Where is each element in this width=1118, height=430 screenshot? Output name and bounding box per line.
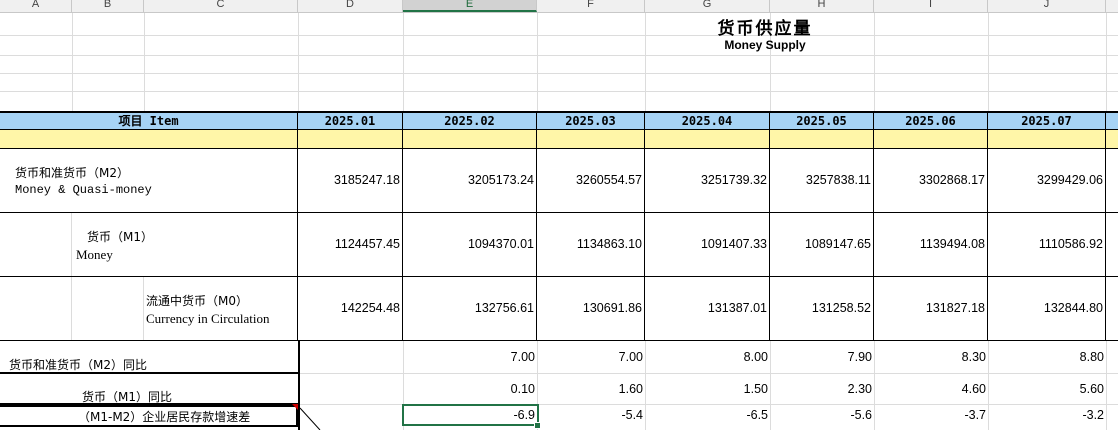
row-label-en: Money & Quasi-money [15, 183, 152, 197]
cell[interactable]: 130691.86 [537, 277, 645, 340]
table-row: 1124457.45 1094370.01 1134863.10 1091407… [0, 213, 1118, 277]
header-row: 项目 Item 2025.01 2025.02 2025.03 2025.04 … [0, 111, 1118, 130]
cell[interactable]: 3302868.17 [874, 149, 988, 212]
column-header-f[interactable]: F [537, 0, 645, 12]
column-header-c[interactable]: C [144, 0, 298, 12]
cell[interactable]: 1124457.45 [298, 213, 403, 276]
header-period[interactable]: 2025.02 [403, 113, 537, 130]
lower-label-spread: （M1-M2）企业居民存款增速差 [78, 410, 251, 424]
selected-cell[interactable] [402, 404, 539, 426]
lower-label-m2-yoy: 货币和准货币（M2）同比 [9, 358, 147, 372]
cell[interactable]: 3260554.57 [537, 149, 645, 212]
cell[interactable]: 131258.52 [770, 277, 874, 340]
cell[interactable]: -3.7 [874, 408, 988, 422]
table-row: 3185247.18 3205173.24 3260554.57 3251739… [0, 149, 1118, 213]
cell[interactable]: 0.10 [403, 382, 537, 396]
cell[interactable]: 3257838.11 [770, 149, 874, 212]
column-header-b[interactable]: B [72, 0, 144, 12]
column-header-h[interactable]: H [770, 0, 874, 12]
column-header-a[interactable]: A [0, 0, 72, 12]
cell[interactable]: 142254.48 [298, 277, 403, 340]
cell[interactable]: 8.80 [988, 350, 1106, 364]
cell[interactable]: 5.60 [988, 382, 1106, 396]
cell[interactable]: 1.60 [537, 382, 645, 396]
column-header-j[interactable]: J [988, 0, 1106, 12]
lower-label-box[interactable]: 货币（M1）同比 [0, 373, 300, 405]
cell[interactable]: 3299429.06 [988, 149, 1106, 212]
cell[interactable]: 1139494.08 [874, 213, 988, 276]
column-header-bar: A B C D E F G H I J [0, 0, 1118, 13]
lower-label-box[interactable]: 货币和准货币（M2）同比 [0, 341, 300, 374]
header-period[interactable]: 2025.04 [645, 113, 770, 130]
row-label[interactable]: 流通中货币（M0） Currency in Circulation [146, 293, 269, 327]
lower-label-box[interactable]: （M1-M2）企业居民存款增速差 [0, 405, 298, 427]
row-label[interactable]: 货币（M1） Money [76, 229, 153, 263]
cell[interactable]: 1110586.92 [988, 213, 1106, 276]
header-period[interactable]: 2025.05 [770, 113, 874, 130]
cell[interactable]: 3205173.24 [403, 149, 537, 212]
cell[interactable]: 1134863.10 [537, 213, 645, 276]
cell[interactable]: -3.2 [988, 408, 1106, 422]
cell[interactable]: 7.90 [770, 350, 874, 364]
row-label[interactable]: 货币和准货币（M2） Money & Quasi-money [15, 165, 152, 199]
yellow-row [0, 130, 1118, 149]
cell[interactable]: -5.4 [537, 408, 645, 422]
row-label-cn: 货币和准货币（M2） [15, 166, 129, 180]
fill-handle[interactable] [534, 422, 541, 429]
lower-label-m1-yoy: 货币（M1）同比 [82, 390, 172, 404]
cell[interactable]: 132844.80 [988, 277, 1106, 340]
cell[interactable]: 7.00 [403, 350, 537, 364]
cell[interactable]: 8.00 [645, 350, 770, 364]
top-grid [0, 13, 1118, 111]
row-label-en: Currency in Circulation [146, 311, 270, 326]
header-period[interactable]: 2025.03 [537, 113, 645, 130]
cell[interactable]: 1094370.01 [403, 213, 537, 276]
sheet-title-en: Money Supply [724, 38, 806, 52]
header-item[interactable]: 项目 Item [0, 113, 298, 130]
cell[interactable]: 131387.01 [645, 277, 770, 340]
column-header-g[interactable]: G [645, 0, 770, 12]
cell[interactable]: 1091407.33 [645, 213, 770, 276]
column-header-d[interactable]: D [298, 0, 403, 12]
cell[interactable]: -5.6 [770, 408, 874, 422]
cell[interactable]: 7.00 [537, 350, 645, 364]
cell[interactable]: 1.50 [645, 382, 770, 396]
cell[interactable]: 8.30 [874, 350, 988, 364]
arrow-icon [299, 407, 321, 430]
sheet-title-cn: 货币供应量 [717, 19, 813, 39]
row-label-en: Money [76, 247, 113, 262]
cell[interactable]: 1089147.65 [770, 213, 874, 276]
row-label-cn: 流通中货币（M0） [146, 294, 248, 308]
header-period[interactable]: 2025.01 [298, 113, 403, 130]
column-header-e[interactable]: E [403, 0, 537, 12]
cell[interactable]: 3185247.18 [298, 149, 403, 212]
header-period[interactable]: 2025.07 [988, 113, 1106, 130]
cell[interactable]: 131827.18 [874, 277, 988, 340]
table-row: 142254.48 132756.61 130691.86 131387.01 … [0, 277, 1118, 341]
cell[interactable]: -6.5 [645, 408, 770, 422]
cell[interactable]: 4.60 [874, 382, 988, 396]
cell[interactable]: 132756.61 [403, 277, 537, 340]
column-header-i[interactable]: I [874, 0, 988, 12]
row-label-cn: 货币（M1） [87, 230, 153, 244]
cell[interactable]: 2.30 [770, 382, 874, 396]
cell[interactable]: 3251739.32 [645, 149, 770, 212]
header-period[interactable]: 2025.06 [874, 113, 988, 130]
